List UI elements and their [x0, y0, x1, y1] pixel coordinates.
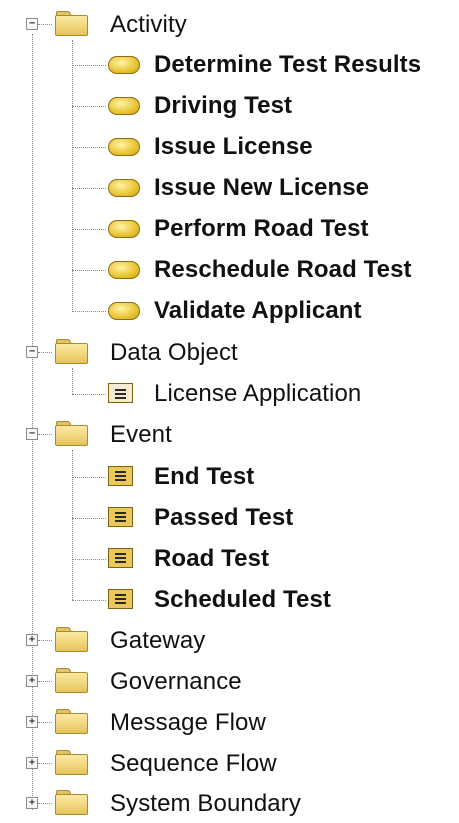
tree-line: [72, 229, 106, 230]
tree-line: [38, 640, 52, 641]
tree-line: [72, 188, 106, 189]
tree-line: [38, 434, 52, 435]
tree-line: [72, 270, 106, 271]
event-list-icon: [108, 507, 133, 527]
folder-icon: [54, 708, 88, 734]
tree-line: [72, 600, 106, 601]
tree-node-label: Gateway: [110, 627, 206, 654]
tree-node-event[interactable]: − Event: [0, 414, 459, 454]
tree-item-activity[interactable]: Validate Applicant: [0, 290, 459, 330]
tree-line: [38, 681, 52, 682]
folder-icon: [54, 749, 88, 775]
tree-item-label: End Test: [154, 463, 255, 490]
tree-item-label: Issue New License: [154, 174, 370, 201]
tree-item-event[interactable]: Road Test: [0, 538, 459, 578]
tree-line: [72, 147, 106, 148]
tree-item-label: Driving Test: [154, 92, 293, 119]
tree-line: [38, 763, 52, 764]
tree-node-governance[interactable]: + Governance: [0, 661, 459, 701]
tree-item-event[interactable]: End Test: [0, 456, 459, 496]
tree-item-activity[interactable]: Issue New License: [0, 167, 459, 207]
tree-line: [72, 311, 106, 312]
tree-item-label: License Application: [154, 380, 362, 407]
data-object-icon: [108, 383, 133, 403]
tree-node-gateway[interactable]: + Gateway: [0, 620, 459, 660]
expand-icon[interactable]: +: [26, 716, 38, 728]
tree-node-system-boundary[interactable]: + System Boundary: [0, 783, 459, 823]
tree-line: [38, 24, 52, 25]
folder-icon: [54, 667, 88, 693]
tree-node-label: Event: [110, 421, 172, 448]
tree-node-label: Activity: [110, 11, 187, 38]
activity-pill-icon: [108, 302, 140, 320]
tree-node-activity[interactable]: − Activity: [0, 4, 459, 44]
activity-pill-icon: [108, 56, 140, 74]
tree-item-label: Perform Road Test: [154, 215, 369, 242]
tree-item-activity[interactable]: Issue License: [0, 126, 459, 166]
tree-line: [38, 803, 52, 804]
event-list-icon: [108, 548, 133, 568]
event-list-icon: [108, 589, 133, 609]
activity-pill-icon: [108, 179, 140, 197]
tree-item-activity[interactable]: Perform Road Test: [0, 208, 459, 248]
expand-icon[interactable]: +: [26, 757, 38, 769]
folder-icon: [54, 420, 88, 446]
tree-item-activity[interactable]: Driving Test: [0, 85, 459, 125]
folder-icon: [54, 338, 88, 364]
collapse-icon[interactable]: −: [26, 428, 38, 440]
tree-line: [72, 65, 106, 66]
tree-line: [38, 722, 52, 723]
tree-item-label: Reschedule Road Test: [154, 256, 412, 283]
tree-item-event[interactable]: Passed Test: [0, 497, 459, 537]
tree-item-label: Road Test: [154, 545, 270, 572]
tree-item-data-object[interactable]: License Application: [0, 373, 459, 413]
tree-line: [72, 106, 106, 107]
tree-item-label: Issue License: [154, 133, 313, 160]
tree-line: [38, 352, 52, 353]
expand-icon[interactable]: +: [26, 634, 38, 646]
folder-icon: [54, 626, 88, 652]
tree-line: [72, 477, 106, 478]
tree-node-label: Governance: [110, 668, 242, 695]
tree-node-label: Sequence Flow: [110, 750, 277, 777]
tree-line: [72, 559, 106, 560]
tree-item-label: Determine Test Results: [154, 51, 422, 78]
tree-item-label: Validate Applicant: [154, 297, 362, 324]
collapse-icon[interactable]: −: [26, 18, 38, 30]
tree-item-event[interactable]: Scheduled Test: [0, 579, 459, 619]
activity-pill-icon: [108, 220, 140, 238]
tree-node-label: System Boundary: [110, 790, 301, 817]
expand-icon[interactable]: +: [26, 797, 38, 809]
folder-icon: [54, 789, 88, 815]
element-tree: − Activity Determine Test Results Drivin…: [0, 0, 459, 822]
tree-item-activity[interactable]: Determine Test Results: [0, 44, 459, 84]
tree-item-label: Passed Test: [154, 504, 294, 531]
tree-node-label: Data Object: [110, 339, 238, 366]
tree-node-sequence-flow[interactable]: + Sequence Flow: [0, 743, 459, 783]
expand-icon[interactable]: +: [26, 675, 38, 687]
collapse-icon[interactable]: −: [26, 346, 38, 358]
tree-node-data-object[interactable]: − Data Object: [0, 332, 459, 372]
activity-pill-icon: [108, 138, 140, 156]
tree-line: [72, 518, 106, 519]
tree-line: [72, 394, 106, 395]
activity-pill-icon: [108, 261, 140, 279]
activity-pill-icon: [108, 97, 140, 115]
folder-icon: [54, 10, 88, 36]
tree-item-activity[interactable]: Reschedule Road Test: [0, 249, 459, 289]
tree-node-message-flow[interactable]: + Message Flow: [0, 702, 459, 742]
tree-node-label: Message Flow: [110, 709, 266, 736]
event-list-icon: [108, 466, 133, 486]
tree-item-label: Scheduled Test: [154, 586, 331, 613]
